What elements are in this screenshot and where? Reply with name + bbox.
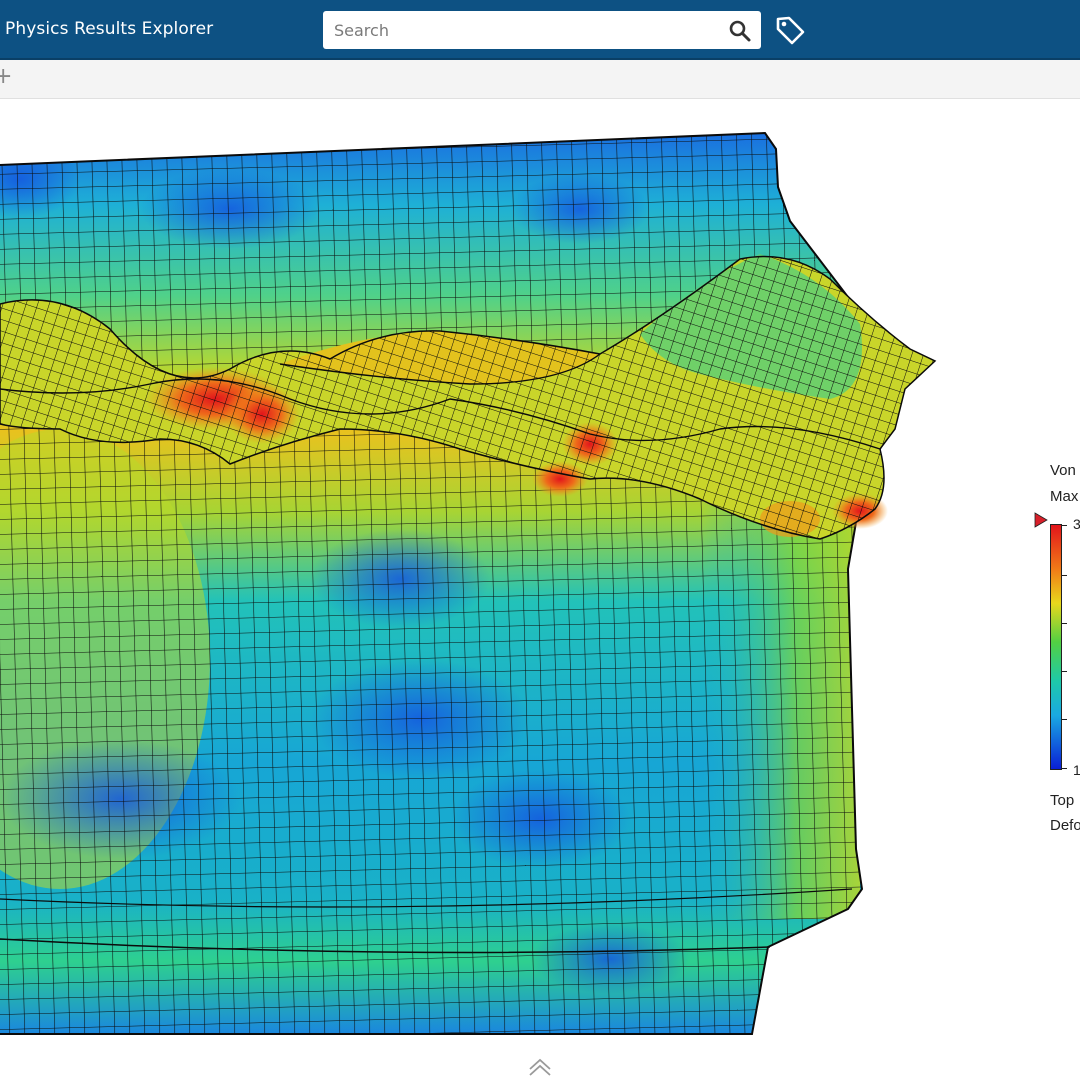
toolbar: + <box>0 60 1080 99</box>
colorbar-max-label: 3 <box>1073 516 1080 532</box>
search-box <box>323 11 761 49</box>
3d-viewport[interactable] <box>0 99 1080 1049</box>
collapse-panel-button[interactable] <box>527 1057 553 1077</box>
search-button[interactable] <box>727 18 753 44</box>
plus-icon[interactable]: + <box>0 64 12 89</box>
max-marker-icon <box>1034 512 1048 528</box>
colorbar-tick <box>1062 671 1067 672</box>
legend-footer-line1: Top <box>1050 792 1075 809</box>
colorbar-tick <box>1062 623 1067 624</box>
colorbar-tick <box>1062 719 1067 720</box>
tag-icon <box>776 16 805 45</box>
legend-title-line2: Max <box>1050 488 1079 505</box>
colorbar-tick <box>1062 525 1067 526</box>
colorbar-tick <box>1062 768 1067 769</box>
mesh-body <box>0 131 890 1035</box>
colorbar-tick <box>1062 575 1067 576</box>
tag-button[interactable] <box>774 14 806 46</box>
search-input[interactable] <box>323 11 713 49</box>
colorbar <box>1050 524 1062 770</box>
colorbar-min-label: 1 <box>1073 762 1080 778</box>
chevron-up-icon <box>529 1058 551 1076</box>
top-header-bar: Physics Results Explorer <box>0 0 1080 60</box>
legend-footer-line2: Defo <box>1050 817 1080 834</box>
search-icon <box>729 20 751 42</box>
app-title: Physics Results Explorer <box>5 19 214 39</box>
legend-title-line1: Von <box>1050 462 1076 479</box>
